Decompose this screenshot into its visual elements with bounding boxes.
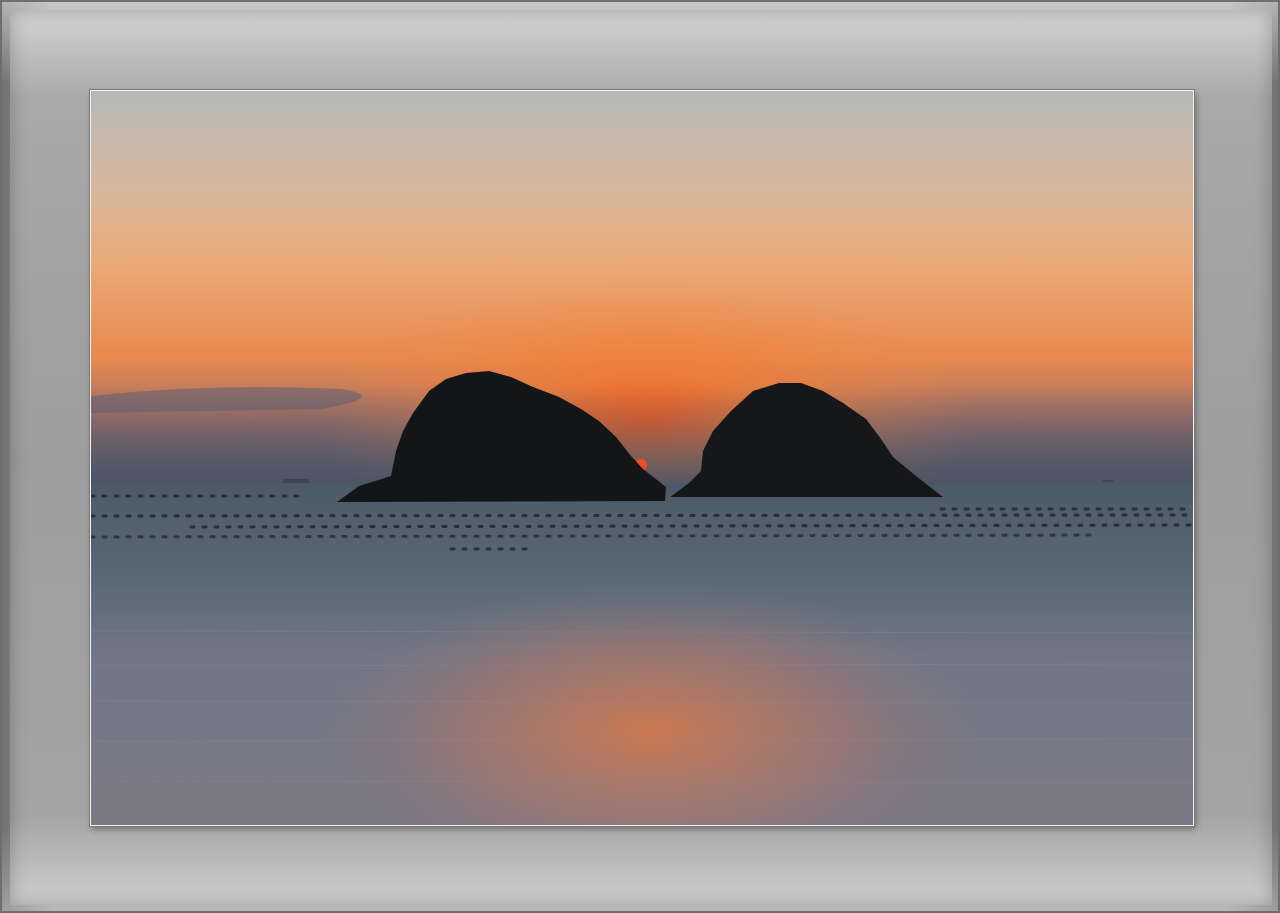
ship <box>1103 480 1113 482</box>
sunset-scene <box>91 91 1193 825</box>
ship <box>283 479 309 483</box>
photo <box>90 90 1194 826</box>
outer-frame <box>0 0 1280 913</box>
